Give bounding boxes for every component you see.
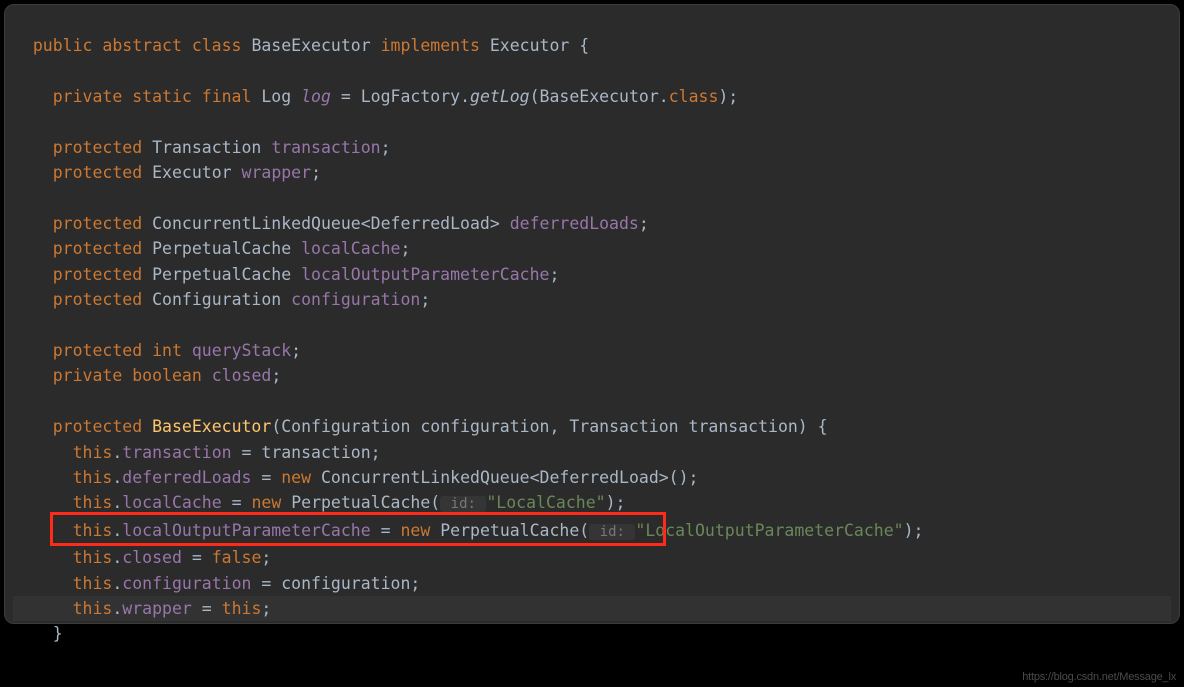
keyword-this: this bbox=[73, 574, 113, 593]
text: ; bbox=[549, 265, 559, 284]
dot: . bbox=[112, 468, 122, 487]
dot: . bbox=[112, 521, 122, 540]
keyword-new: new bbox=[281, 468, 311, 487]
field: configuration bbox=[122, 574, 251, 593]
keyword: protected bbox=[53, 138, 142, 157]
type: PerpetualCache bbox=[152, 239, 291, 258]
text: = bbox=[251, 468, 281, 487]
keyword-new: new bbox=[400, 521, 430, 540]
keyword: public abstract class bbox=[33, 36, 242, 55]
type: PerpetualCache bbox=[152, 265, 291, 284]
keyword: protected bbox=[53, 290, 142, 309]
text: = bbox=[192, 599, 222, 618]
keyword-this: this bbox=[73, 443, 113, 462]
code-editor: public abstract class BaseExecutor imple… bbox=[4, 4, 1180, 624]
text: (BaseExecutor. bbox=[530, 87, 669, 106]
field: localCache bbox=[122, 493, 221, 512]
field: deferredLoads bbox=[510, 214, 639, 233]
text: = transaction; bbox=[232, 443, 381, 462]
type: PerpetualCache( bbox=[281, 493, 440, 512]
text: ; bbox=[311, 163, 321, 182]
class-name: BaseExecutor bbox=[251, 36, 370, 55]
field: transaction bbox=[271, 138, 380, 157]
field: transaction bbox=[122, 443, 231, 462]
type: ConcurrentLinkedQueue<DeferredLoad> bbox=[152, 214, 500, 233]
text: ; bbox=[420, 290, 430, 309]
type: Configuration bbox=[152, 290, 281, 309]
field: localOutputParameterCache bbox=[301, 265, 549, 284]
brace: { bbox=[569, 36, 589, 55]
keyword: implements bbox=[381, 36, 480, 55]
highlighted-line: this.wrapper = this; bbox=[13, 596, 1171, 621]
type: Transaction bbox=[152, 138, 261, 157]
field: closed bbox=[122, 548, 182, 567]
field: wrapper bbox=[242, 163, 312, 182]
field: configuration bbox=[291, 290, 420, 309]
text: = bbox=[222, 493, 252, 512]
keyword-this: this bbox=[73, 548, 113, 567]
code-block: public abstract class BaseExecutor imple… bbox=[13, 33, 1171, 647]
text: ; bbox=[381, 138, 391, 157]
text: ); bbox=[718, 87, 738, 106]
keyword: private static final bbox=[53, 87, 252, 106]
keyword-this: this bbox=[73, 493, 113, 512]
param-hint: id: bbox=[440, 496, 486, 512]
keyword: protected bbox=[53, 417, 142, 436]
text: ; bbox=[291, 341, 301, 360]
keyword-false: false bbox=[212, 548, 262, 567]
constructor-name: BaseExecutor bbox=[152, 417, 271, 436]
params: (Configuration configuration, Transactio… bbox=[271, 417, 827, 436]
keyword-this: this bbox=[73, 521, 113, 540]
interface-name: Executor bbox=[490, 36, 569, 55]
keyword-this: this bbox=[73, 599, 113, 618]
type: Executor bbox=[152, 163, 231, 182]
dot: . bbox=[112, 443, 122, 462]
type: PerpetualCache( bbox=[430, 521, 589, 540]
keyword: protected bbox=[53, 163, 142, 182]
text: ; bbox=[271, 366, 281, 385]
dot: . bbox=[112, 574, 122, 593]
text: = LogFactory. bbox=[331, 87, 470, 106]
keyword-new: new bbox=[251, 493, 281, 512]
field: closed bbox=[212, 366, 272, 385]
field: localOutputParameterCache bbox=[122, 521, 370, 540]
text: = bbox=[371, 521, 401, 540]
keyword: protected bbox=[53, 214, 142, 233]
type: Log bbox=[261, 87, 291, 106]
keyword-this: this bbox=[73, 468, 113, 487]
text: ConcurrentLinkedQueue<DeferredLoad>(); bbox=[311, 468, 698, 487]
text: ; bbox=[400, 239, 410, 258]
close-brace: } bbox=[33, 624, 63, 643]
string: "LocalCache" bbox=[486, 493, 605, 512]
text: ; bbox=[639, 214, 649, 233]
dot: . bbox=[112, 493, 122, 512]
keyword: class bbox=[669, 87, 719, 106]
dot: . bbox=[112, 599, 122, 618]
dot: . bbox=[112, 548, 122, 567]
method: getLog bbox=[470, 87, 530, 106]
field: queryStack bbox=[192, 341, 291, 360]
watermark: https://blog.csdn.net/Message_lx bbox=[1022, 671, 1176, 683]
text: = bbox=[182, 548, 212, 567]
field: localCache bbox=[301, 239, 400, 258]
keyword-this: this bbox=[222, 599, 262, 618]
field: deferredLoads bbox=[122, 468, 251, 487]
keyword: protected bbox=[53, 239, 142, 258]
keyword: protected int bbox=[53, 341, 182, 360]
text: ; bbox=[261, 548, 271, 567]
text: = configuration; bbox=[251, 574, 420, 593]
field: log bbox=[301, 87, 331, 106]
text: ; bbox=[261, 599, 271, 618]
text: ); bbox=[606, 493, 626, 512]
param-hint: id: bbox=[589, 524, 635, 540]
keyword: private boolean bbox=[53, 366, 202, 385]
text: ); bbox=[904, 521, 924, 540]
keyword: protected bbox=[53, 265, 142, 284]
string: "LocalOutputParameterCache" bbox=[635, 521, 903, 540]
field: wrapper bbox=[122, 599, 192, 618]
